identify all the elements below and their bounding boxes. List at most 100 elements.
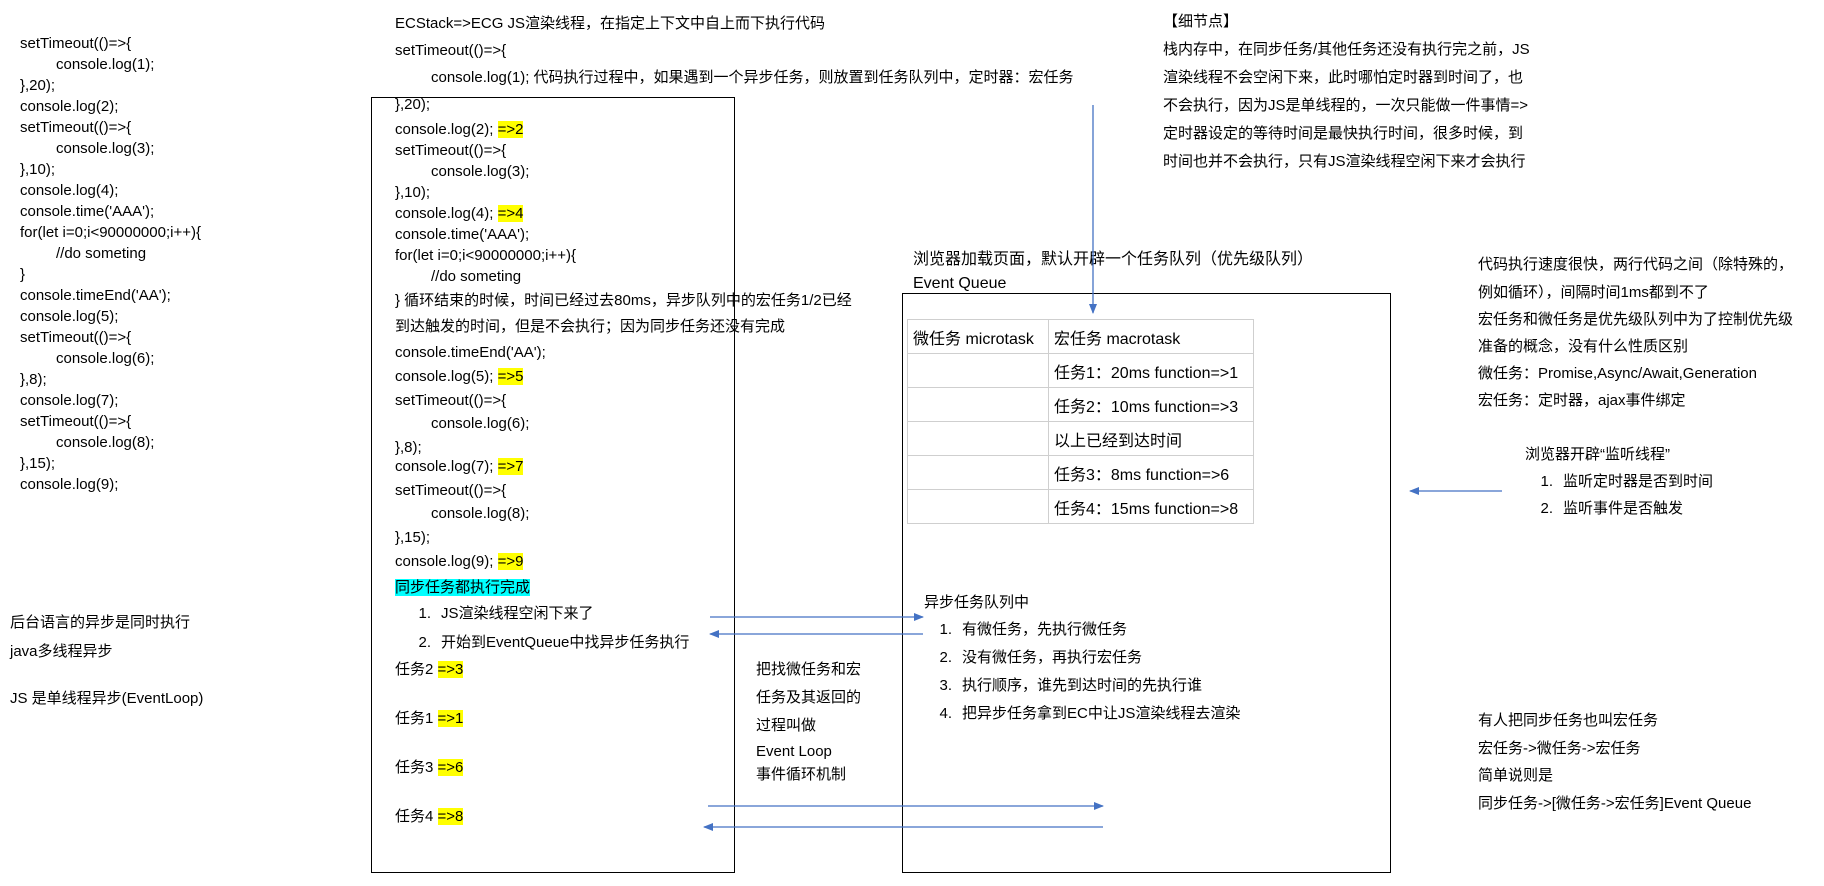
macro-cell: 任务1：20ms function=>1 — [1048, 353, 1254, 388]
queue-title-line: 浏览器加载页面，默认开辟一个任务队列（优先级队列） — [913, 251, 1314, 268]
ec-step-1: 1. JS渲染线程空闲下来了 — [418, 605, 594, 622]
ec-output-badge: =>5 — [497, 368, 524, 385]
ec-line: for(let i=0;i<90000000;i++){ — [395, 247, 576, 264]
left-code-line: console.log(5); — [20, 308, 119, 325]
ec-line: console.log(5); =>5 — [395, 366, 524, 387]
alias-note-line: 简单说则是 — [1478, 767, 1554, 784]
micro-cell — [907, 489, 1049, 524]
ec-code: console.log(5); — [395, 368, 494, 385]
ec-output-badge: =>1 — [437, 710, 464, 727]
macro-cell: 任务3：8ms function=>6 — [1048, 455, 1254, 490]
left-code-line: console.time('AAA'); — [20, 203, 155, 220]
macro-cell: 任务2：10ms function=>3 — [1048, 387, 1254, 422]
ec-line-note-async: console.log(1); 代码执行过程中，如果遇到一个异步任务，则放置到任… — [431, 69, 1074, 86]
left-code-line: } — [20, 266, 26, 283]
left-code-line: for(let i=0;i<90000000;i++){ — [20, 224, 201, 241]
detail-line: 栈内存中，在同步任务/其他任务还没有执行完之前，JS — [1163, 41, 1530, 58]
ec-task-line: 任务1 =>1 — [395, 708, 464, 729]
col-macrotask: 宏任务 macrotask — [1048, 319, 1254, 354]
left-code-line: console.log(6); — [56, 350, 155, 367]
speed-note-line: 准备的概念，没有什么性质区别 — [1478, 338, 1689, 355]
async-rule: 2. 没有微任务，再执行宏任务 — [939, 649, 1143, 666]
speed-note-line: 微任务：Promise,Async/Await,Generation — [1478, 365, 1757, 382]
note-java-threads: java多线程异步 — [10, 643, 113, 660]
table-row: 任务3：8ms function=>6 — [907, 455, 1254, 490]
async-rule: 3. 执行顺序，谁先到达时间的先执行谁 — [939, 677, 1203, 694]
speed-note-line: 例如循环），间隔时间1ms都到不了 — [1478, 284, 1709, 301]
task-queue-table: 微任务 microtask 宏任务 macrotask 任务1：20ms fun… — [907, 319, 1254, 524]
ec-line: console.log(2); =>2 — [395, 119, 524, 140]
left-code-line: },10); — [20, 161, 56, 178]
ec-line: },10); — [395, 184, 431, 201]
ec-line-loop-note: 到达触发的时间，但是不会执行；因为同步任务还没有完成 — [395, 318, 786, 335]
ec-line-loop-note: } 循环结束的时候，时间已经过去80ms，异步队列中的宏任务1/2已经 — [395, 292, 852, 309]
listen-item-text: 监听事件是否触发 — [1563, 500, 1684, 517]
async-rule-text: 有微任务，先执行微任务 — [962, 621, 1128, 638]
event-loop-note-line: Event Loop — [756, 743, 832, 760]
ec-output-badge: =>9 — [497, 553, 524, 570]
micro-cell — [907, 353, 1049, 388]
async-rule: 1. 有微任务，先执行微任务 — [939, 621, 1128, 638]
note-js-single-thread: JS 是单线程异步(EventLoop) — [10, 690, 204, 707]
table-row: 以上已经到达时间 — [907, 421, 1254, 456]
ec-output-badge: =>2 — [497, 121, 524, 138]
async-rule: 4. 把异步任务拿到EC中让JS渲染线程去渲染 — [939, 705, 1241, 722]
alias-note-line: 宏任务->微任务->宏任务 — [1478, 740, 1641, 757]
ec-task-line: 任务3 =>6 — [395, 757, 464, 778]
detail-line: 不会执行，因为JS是单线程的，一次只能做一件事情=> — [1163, 97, 1529, 114]
left-code-line: console.log(8); — [56, 434, 155, 451]
left-code-line: setTimeout(()=>{ — [20, 35, 132, 52]
ec-output-badge: =>6 — [437, 759, 464, 776]
ec-code: console.log(2); — [395, 121, 494, 138]
left-code-line: },20); — [20, 77, 56, 94]
listen-item-text: 监听定时器是否到时间 — [1563, 473, 1714, 490]
queue-title-eventqueue: Event Queue — [913, 275, 1007, 292]
ec-line: console.log(3); — [431, 163, 530, 180]
event-loop-note-line: 事件循环机制 — [756, 766, 847, 783]
left-code-line: console.timeEnd('AA'); — [20, 287, 171, 304]
listen-thread-title: 浏览器开辟“监听线程” — [1525, 446, 1670, 463]
event-loop-note-line: 任务及其返回的 — [756, 689, 862, 706]
table-row: 任务1：20ms function=>1 — [907, 353, 1254, 388]
ec-line: setTimeout(()=>{ — [395, 42, 507, 59]
ec-step-2: 2. 开始到EventQueue中找异步任务执行 — [418, 634, 690, 651]
async-queue-title: 异步任务队列中 — [924, 594, 1030, 611]
ec-line: },8); — [395, 439, 422, 456]
speed-note-line: 宏任务：定时器，ajax事件绑定 — [1478, 392, 1686, 409]
ec-output-badge: =>8 — [437, 808, 464, 825]
ec-line: //do someting — [431, 268, 522, 285]
ec-output-badge: =>4 — [497, 205, 524, 222]
left-code-line: setTimeout(()=>{ — [20, 329, 132, 346]
ec-line: console.log(9); =>9 — [395, 551, 524, 572]
table-row: 任务4：15ms function=>8 — [907, 489, 1254, 524]
left-code-line: console.log(3); — [56, 140, 155, 157]
ec-line: console.log(4); =>4 — [395, 203, 524, 224]
macro-cell: 以上已经到达时间 — [1048, 421, 1254, 456]
ec-task-line: 任务4 =>8 — [395, 806, 464, 827]
ec-task-name: 任务3 — [395, 759, 434, 776]
ec-line: },15); — [395, 529, 431, 546]
ec-code: console.log(9); — [395, 553, 494, 570]
table-row: 任务2：10ms function=>3 — [907, 387, 1254, 422]
left-code-line: setTimeout(()=>{ — [20, 413, 132, 430]
async-rule-text: 执行顺序，谁先到达时间的先执行谁 — [962, 677, 1203, 694]
ec-line: },20); — [395, 96, 431, 113]
alias-note-line: 有人把同步任务也叫宏任务 — [1478, 712, 1659, 729]
ec-output-badge: =>3 — [437, 661, 464, 678]
left-code-line: console.log(9); — [20, 476, 119, 493]
ec-code: console.log(7); — [395, 458, 494, 475]
ec-line: console.log(8); — [431, 505, 530, 522]
left-code-line: setTimeout(()=>{ — [20, 119, 132, 136]
ec-line: setTimeout(()=>{ — [395, 142, 507, 159]
ec-task-name: 任务2 — [395, 661, 434, 678]
micro-cell — [907, 455, 1049, 490]
ec-line: setTimeout(()=>{ — [395, 482, 507, 499]
left-code-line: console.log(4); — [20, 182, 119, 199]
col-microtask: 微任务 microtask — [907, 319, 1049, 354]
ec-code: console.log(4); — [395, 205, 494, 222]
ec-step-1-text: JS渲染线程空闲下来了 — [441, 605, 594, 622]
detail-line: 时间也并不会执行，只有JS渲染线程空闲下来才会执行 — [1163, 153, 1526, 170]
left-code-line: },8); — [20, 371, 47, 388]
left-code-line: //do someting — [56, 245, 147, 262]
event-loop-note-line: 把找微任务和宏 — [756, 661, 862, 678]
